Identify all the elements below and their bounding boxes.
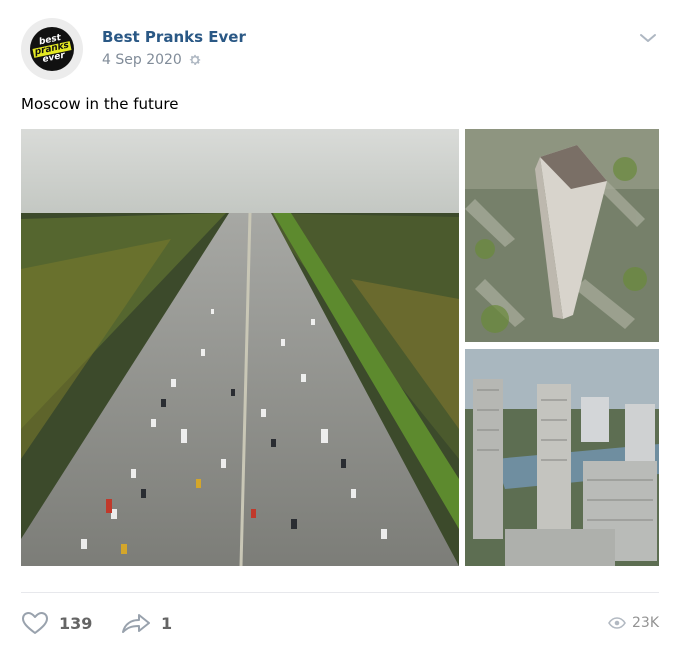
share-arrow-icon — [122, 614, 150, 633]
like-count: 139 — [59, 613, 93, 633]
eye-icon — [608, 617, 626, 629]
post-text: Moscow in the future — [21, 95, 179, 113]
post-date-row: 4 Sep 2020 — [102, 52, 202, 68]
heart-icon — [22, 612, 48, 634]
share-button[interactable]: 1 — [121, 605, 172, 641]
view-count: 23K — [632, 615, 659, 631]
avatar[interactable]: best pranks ever — [21, 18, 83, 80]
share-count: 1 — [161, 613, 173, 633]
like-button[interactable]: 139 — [21, 605, 92, 641]
post-footer: 139 1 23K — [21, 605, 659, 641]
photo-towers-lake[interactable] — [465, 349, 659, 566]
avatar-logo: best pranks ever — [30, 27, 74, 71]
gear-icon — [189, 54, 201, 65]
post-header: best pranks ever Best Pranks Ever 4 Sep … — [21, 16, 661, 80]
chevron-down-icon[interactable] — [639, 32, 657, 44]
views-counter: 23K — [608, 605, 659, 641]
photo-highway[interactable] — [21, 129, 459, 566]
author-link[interactable]: Best Pranks Ever — [102, 28, 246, 46]
photo-tower-aerial[interactable] — [465, 129, 659, 342]
footer-divider — [21, 592, 659, 593]
post-date[interactable]: 4 Sep 2020 — [102, 52, 182, 68]
